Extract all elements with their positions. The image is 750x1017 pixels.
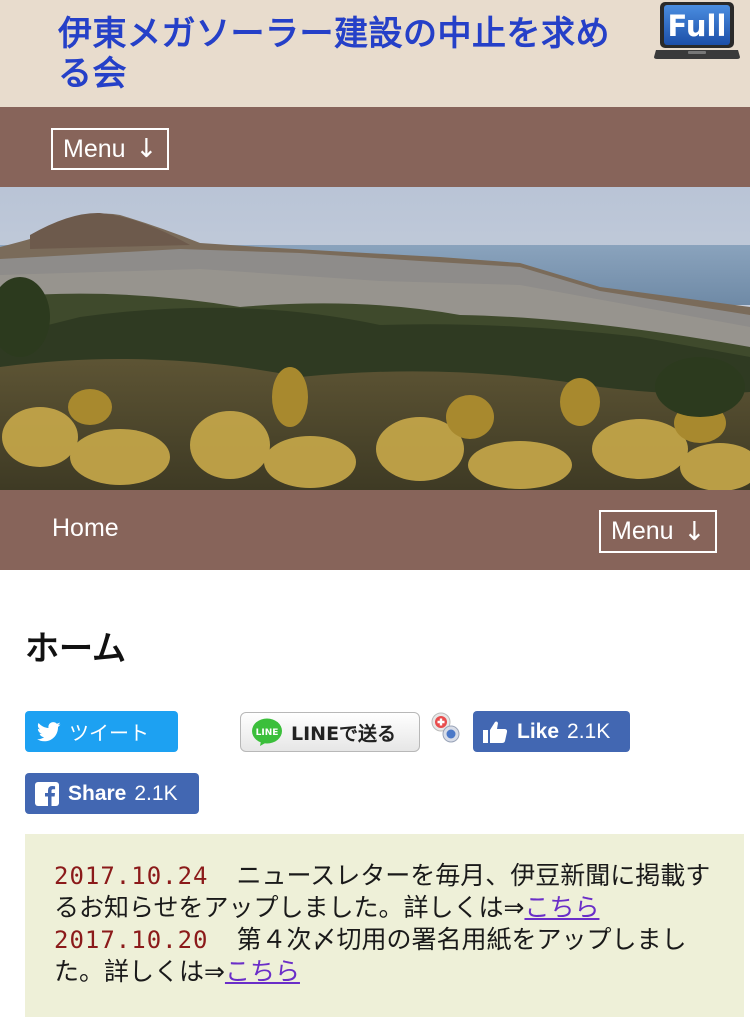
hero-landscape-image (0, 187, 750, 490)
svg-text:Full: Full (668, 9, 727, 43)
site-header: 伊東メガソーラー建設の中止を求める会 Full (0, 0, 750, 107)
bottom-nav-bar: Home Menu ↓ (0, 490, 750, 570)
hatena-bookmark-button[interactable] (428, 710, 464, 746)
tweet-label: ツイート (69, 721, 149, 745)
line-send-button[interactable]: LINE LINEで送る (240, 712, 420, 752)
menu-button-bottom[interactable]: Menu ↓ (599, 510, 717, 553)
twitter-bird-icon (37, 721, 61, 741)
top-nav-bar: Menu ↓ (0, 107, 750, 187)
tweet-button[interactable]: ツイート (25, 711, 178, 752)
like-label: Like (517, 719, 560, 743)
site-title[interactable]: 伊東メガソーラー建設の中止を求める会 (58, 14, 618, 94)
home-link[interactable]: Home (52, 514, 119, 543)
full-site-button[interactable]: Full (654, 0, 740, 60)
like-count: 2.1K (567, 719, 611, 743)
news-date: 2017.10.20 (54, 926, 209, 954)
facebook-like-button[interactable]: Like 2.1K (473, 711, 630, 752)
hatena-bookmark-icon (431, 712, 460, 743)
news-link[interactable]: こちら (225, 957, 300, 986)
news-date: 2017.10.24 (54, 862, 209, 890)
share-label: Share (68, 781, 127, 805)
line-label: LINEで送る (291, 722, 397, 745)
facebook-f-icon (35, 781, 59, 806)
facebook-share-button[interactable]: Share 2.1K (25, 773, 199, 814)
menu-button-top[interactable]: Menu ↓ (51, 128, 169, 170)
laptop-full-icon: Full (654, 2, 740, 59)
share-count: 2.1K (134, 781, 178, 805)
news-item: 2017.10.20 第４次〆切用の署名用紙をアップしました。詳しくは⇒こちら (54, 924, 714, 988)
menu-label: Menu (63, 134, 126, 163)
page-title: ホーム (25, 629, 126, 669)
news-box: 2017.10.24 ニュースレターを毎月、伊豆新聞に掲載するお知らせをアップしま… (25, 834, 744, 1017)
line-icon: LINE (252, 718, 282, 746)
arrow-down-icon: ↓ (683, 516, 706, 547)
thumbs-up-icon (483, 720, 508, 743)
menu-label: Menu (611, 517, 674, 545)
svg-text:LINE: LINE (256, 728, 279, 738)
news-item: 2017.10.24 ニュースレターを毎月、伊豆新聞に掲載するお知らせをアップしま… (54, 860, 714, 924)
arrow-down-icon: ↓ (135, 134, 158, 164)
news-link[interactable]: こちら (524, 893, 599, 922)
